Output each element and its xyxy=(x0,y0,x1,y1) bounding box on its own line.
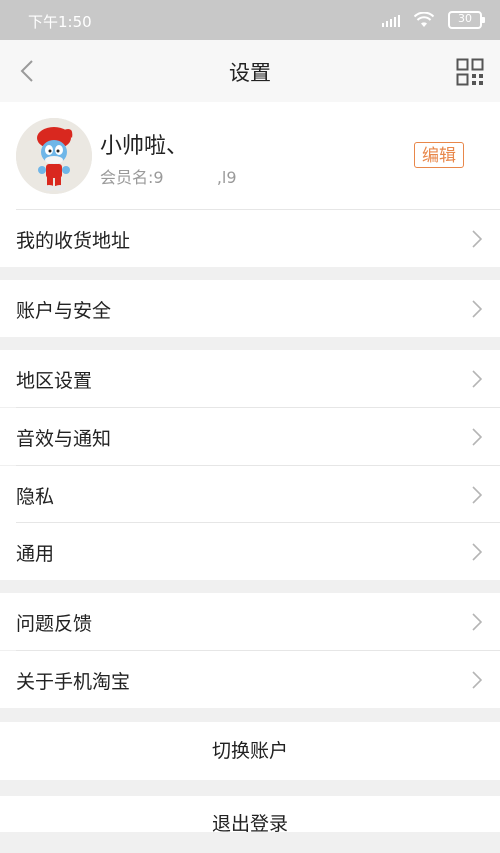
avatar[interactable] xyxy=(16,118,92,194)
chevron-right-icon xyxy=(472,300,482,318)
row-general[interactable]: 通用 xyxy=(0,523,500,580)
signal-icon xyxy=(382,15,400,27)
chevron-right-icon xyxy=(472,486,482,504)
battery-icon: 30 xyxy=(448,11,485,29)
row-label: 关于手机淘宝 xyxy=(16,671,131,693)
status-bar: 下午1:50 30 xyxy=(0,0,500,40)
row-label: 通用 xyxy=(16,543,55,565)
battery-level: 30 xyxy=(458,12,472,25)
nav-bar: 设置 xyxy=(0,40,500,102)
row-label: 隐私 xyxy=(16,486,55,508)
chevron-right-icon xyxy=(472,543,482,561)
logout-button[interactable]: 退出登录 xyxy=(0,796,500,835)
row-about[interactable]: 关于手机淘宝 xyxy=(0,651,500,708)
chevron-right-icon xyxy=(472,613,482,631)
row-privacy[interactable]: 隐私 xyxy=(0,466,500,523)
chevron-right-icon xyxy=(472,230,482,248)
status-time: 下午1:50 xyxy=(28,13,92,31)
row-label: 我的收货地址 xyxy=(16,230,131,252)
qr-code-icon[interactable] xyxy=(456,58,484,86)
switch-account-label: 切换账户 xyxy=(211,740,288,762)
page-title: 设置 xyxy=(229,61,271,85)
row-label: 问题反馈 xyxy=(16,613,93,635)
member-id: 会员名:9 ,l9 xyxy=(100,168,237,187)
wifi-icon xyxy=(414,12,434,27)
edit-profile-button[interactable]: 编辑 xyxy=(414,142,464,168)
switch-account-button[interactable]: 切换账户 xyxy=(0,722,500,780)
row-label: 地区设置 xyxy=(16,370,93,392)
row-shipping-address[interactable]: 我的收货地址 xyxy=(0,210,500,267)
chevron-right-icon xyxy=(472,428,482,446)
row-sound-notifications[interactable]: 音效与通知 xyxy=(0,408,500,465)
chevron-right-icon xyxy=(472,671,482,689)
row-account-security[interactable]: 账户与安全 xyxy=(0,280,500,337)
row-region-settings[interactable]: 地区设置 xyxy=(0,350,500,407)
status-icons: 30 xyxy=(372,10,485,30)
chevron-right-icon xyxy=(472,370,482,388)
row-feedback[interactable]: 问题反馈 xyxy=(0,593,500,650)
smurf-avatar-icon xyxy=(16,118,92,194)
row-label: 音效与通知 xyxy=(16,428,112,450)
user-name: 小帅啦、 xyxy=(100,134,189,159)
row-label: 账户与安全 xyxy=(16,300,112,322)
